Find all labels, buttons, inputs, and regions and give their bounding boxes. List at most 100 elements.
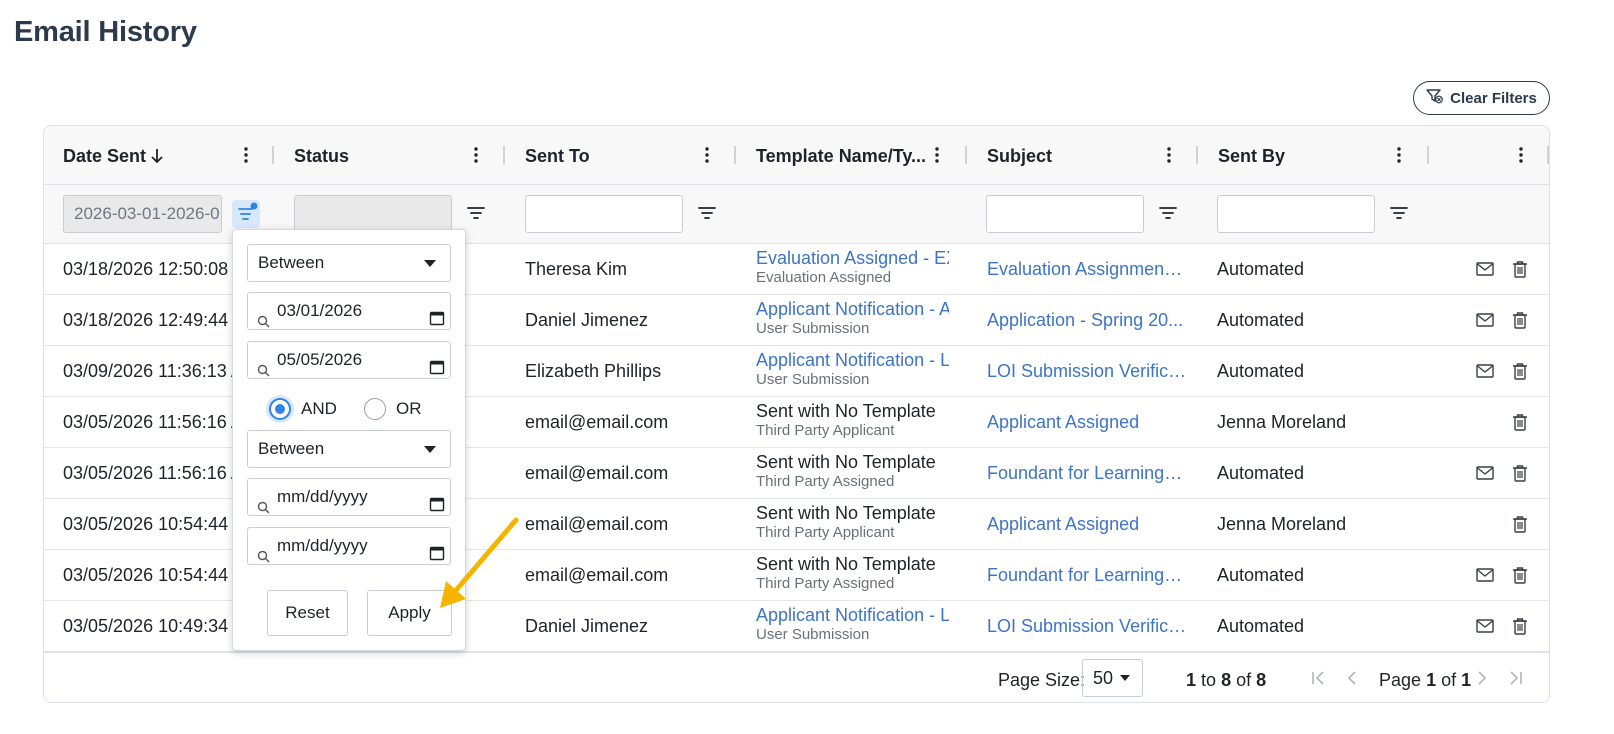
column-header-sent-to[interactable]: Sent To	[506, 126, 737, 185]
condition1-from-date-input[interactable]: 03/01/2026	[247, 292, 451, 330]
trash-icon[interactable]	[1512, 311, 1528, 334]
column-header-template[interactable]: Template Name/Ty...	[737, 126, 968, 185]
cell-subject-link[interactable]: Foundant for Learning -...	[987, 448, 1187, 499]
trash-icon[interactable]	[1512, 413, 1528, 436]
sent-to-filter-input[interactable]	[525, 195, 683, 233]
filter-icon[interactable]	[698, 205, 716, 221]
column-header-actions[interactable]	[1430, 126, 1549, 185]
column-separator[interactable]	[1196, 146, 1198, 164]
email-icon[interactable]	[1476, 364, 1494, 383]
trash-icon[interactable]	[1512, 566, 1528, 589]
cell-date-sent: 03/09/2026 11:36:13 A	[63, 361, 233, 381]
email-icon[interactable]	[1476, 313, 1494, 332]
template-name[interactable]: Applicant Notification - Ap	[756, 298, 949, 320]
email-icon[interactable]	[1476, 619, 1494, 638]
calendar-icon[interactable]	[429, 303, 445, 339]
status-filter-input[interactable]	[294, 195, 452, 233]
cell-sent-to: email@email.com	[525, 565, 669, 585]
date-sent-filter-button[interactable]	[232, 200, 260, 228]
condition2-from-date-input[interactable]: mm/dd/yyyy	[247, 478, 451, 516]
page-size-select[interactable]: 50	[1082, 659, 1143, 697]
trash-icon[interactable]	[1512, 617, 1528, 640]
date-filter-popup: Between 03/01/2026 05/05/2026 AND OR Bet…	[232, 229, 466, 651]
search-icon	[257, 491, 270, 527]
column-separator[interactable]	[734, 146, 736, 164]
cell-sent-by: Automated	[1217, 463, 1305, 483]
template-type: Third Party Applicant	[756, 524, 895, 541]
column-header-subject[interactable]: Subject	[968, 126, 1199, 185]
column-menu-icon[interactable]	[703, 146, 711, 164]
cell-sent-by: Automated	[1217, 361, 1305, 381]
condition1-to-date-input[interactable]: 05/05/2026	[247, 341, 451, 379]
column-separator[interactable]	[503, 146, 505, 164]
trash-icon[interactable]	[1512, 464, 1528, 487]
page-total: 1	[1461, 670, 1472, 690]
cell-template[interactable]: Applicant Notification - Ap User Submissi…	[756, 295, 949, 346]
column-header-sent-by[interactable]: Sent By	[1199, 126, 1430, 185]
cell-sent-to: email@email.com	[525, 463, 669, 483]
column-separator[interactable]	[1427, 146, 1429, 164]
column-menu-icon[interactable]	[242, 146, 250, 164]
search-icon	[257, 305, 270, 341]
cell-sent-by: Automated	[1217, 310, 1305, 330]
trash-icon[interactable]	[1512, 362, 1528, 385]
trash-icon[interactable]	[1512, 260, 1528, 283]
column-menu-icon[interactable]	[933, 146, 941, 164]
column-separator[interactable]	[965, 146, 967, 164]
template-name: Sent with No Template	[756, 452, 936, 472]
trash-icon[interactable]	[1512, 515, 1528, 538]
column-separator[interactable]	[1547, 146, 1549, 164]
column-menu-icon[interactable]	[1165, 146, 1173, 164]
column-menu-icon[interactable]	[1395, 146, 1403, 164]
join-and-radio[interactable]: AND	[269, 397, 349, 421]
cell-subject-link[interactable]: Application - Spring 20...	[987, 295, 1187, 346]
template-name[interactable]: Applicant Notification - LC	[756, 349, 949, 371]
condition2-to-date-input[interactable]: mm/dd/yyyy	[247, 527, 451, 565]
page-word: Page	[1379, 670, 1422, 690]
clear-filters-button[interactable]: Clear Filters	[1413, 81, 1550, 115]
calendar-icon[interactable]	[429, 489, 445, 525]
cell-template: Sent with No Template Third Party Assigne…	[756, 448, 949, 499]
email-icon[interactable]	[1476, 262, 1494, 281]
calendar-icon[interactable]	[429, 538, 445, 574]
reset-button[interactable]: Reset	[267, 590, 348, 636]
template-name[interactable]: Evaluation Assigned - EXA	[756, 247, 949, 269]
radio-unselected-icon	[364, 398, 386, 420]
chevron-down-icon	[424, 446, 436, 453]
condition1-operator-select[interactable]: Between	[247, 244, 451, 282]
cell-subject-link[interactable]: Applicant Assigned	[987, 499, 1187, 550]
cell-template[interactable]: Evaluation Assigned - EXA Evaluation Assi…	[756, 244, 949, 295]
email-icon[interactable]	[1476, 466, 1494, 485]
cell-subject-link[interactable]: LOI Submission Verificat...	[987, 601, 1187, 652]
cell-subject-link[interactable]: Evaluation Assignment ...	[987, 244, 1187, 295]
date-sent-filter-input[interactable]: 2026-03-01-2026-0	[63, 195, 222, 233]
cell-template[interactable]: Applicant Notification - LC User Submissi…	[756, 346, 949, 397]
subject-filter-input[interactable]	[986, 195, 1144, 233]
column-menu-icon[interactable]	[472, 146, 480, 164]
calendar-icon[interactable]	[429, 352, 445, 388]
sort-desc-icon[interactable]	[150, 148, 164, 169]
filter-icon[interactable]	[1159, 205, 1177, 221]
email-icon[interactable]	[1476, 568, 1494, 587]
cell-subject-link[interactable]: LOI Submission Verificat...	[987, 346, 1187, 397]
last-page-icon[interactable]	[1509, 670, 1523, 691]
filter-icon[interactable]	[467, 205, 485, 221]
first-page-icon[interactable]	[1311, 670, 1325, 691]
prev-page-icon[interactable]	[1347, 670, 1357, 691]
column-header-date-sent[interactable]: Date Sent	[44, 126, 274, 185]
join-or-radio[interactable]: OR	[364, 397, 434, 421]
sent-by-filter-input[interactable]	[1217, 195, 1375, 233]
cell-subject-link[interactable]: Applicant Assigned	[987, 397, 1187, 448]
condition2-operator-select[interactable]: Between	[247, 430, 451, 468]
cell-date-sent: 03/05/2026 11:56:16 A	[63, 463, 233, 483]
cell-template[interactable]: Applicant Notification - LC User Submissi…	[756, 601, 949, 652]
column-menu-icon[interactable]	[1517, 146, 1525, 164]
next-page-icon[interactable]	[1477, 670, 1487, 691]
filter-icon[interactable]	[1390, 205, 1408, 221]
cell-subject-link[interactable]: Foundant for Learning -...	[987, 550, 1187, 601]
clear-filter-icon	[1426, 88, 1444, 108]
column-separator[interactable]	[272, 146, 274, 164]
apply-button[interactable]: Apply	[367, 590, 452, 636]
template-name[interactable]: Applicant Notification - LC	[756, 604, 949, 626]
column-header-status[interactable]: Status	[275, 126, 506, 185]
